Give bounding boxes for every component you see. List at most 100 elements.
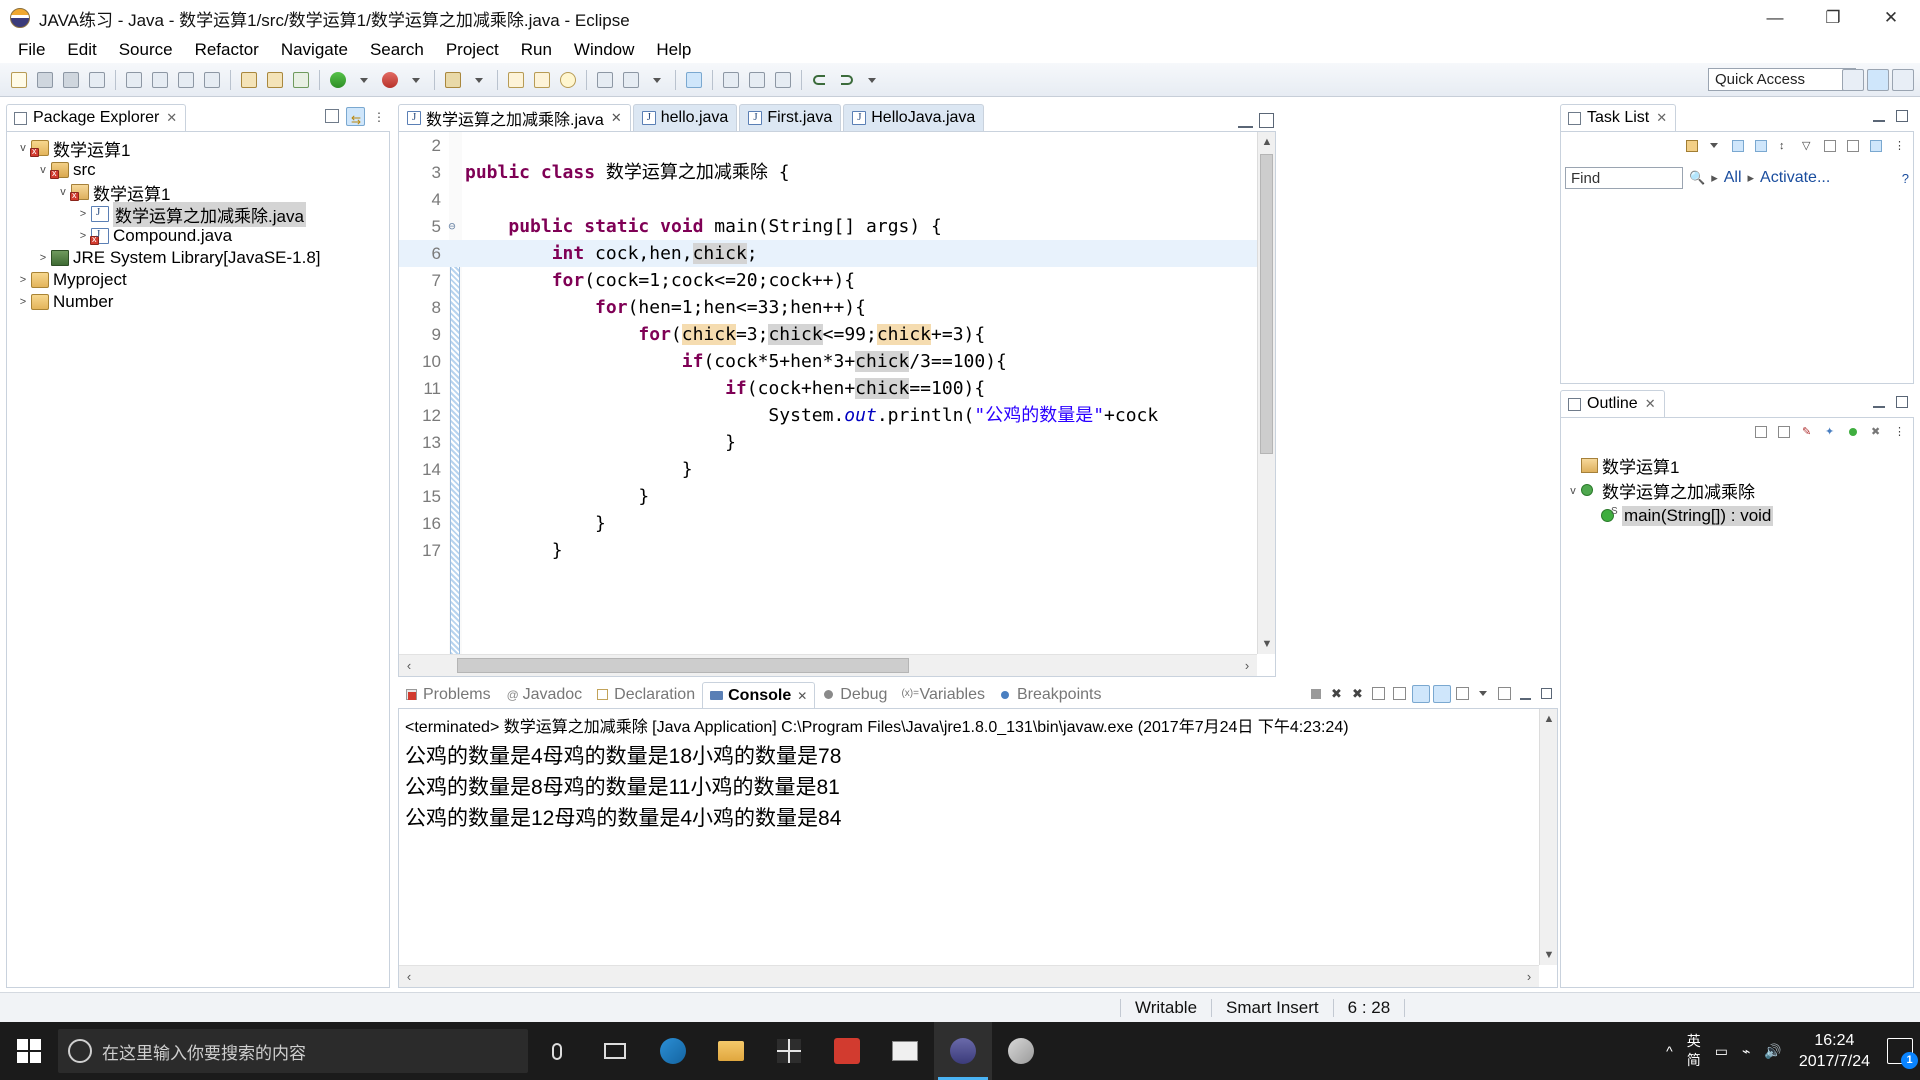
open-type-icon[interactable] [506, 70, 526, 90]
synchronize-icon[interactable] [1867, 137, 1886, 156]
console-body[interactable]: <terminated> 数学运算之加减乘除 [Java Application… [398, 708, 1558, 988]
scroll-down-icon[interactable]: ▼ [1540, 945, 1557, 965]
close-icon[interactable]: ✕ [166, 110, 177, 126]
terminate-icon[interactable] [1307, 685, 1325, 703]
editor-tab-first[interactable]: First.java [739, 104, 842, 131]
store-icon[interactable] [760, 1022, 818, 1080]
annotation-dropdown-icon[interactable] [647, 70, 667, 90]
menu-item-navigate[interactable]: Navigate [270, 37, 359, 63]
taskbar-search-input[interactable]: 在这里输入你要搜索的内容 [58, 1029, 528, 1073]
disconnect-icon[interactable] [202, 70, 222, 90]
minimize-button[interactable]: — [1746, 0, 1804, 36]
mail-icon[interactable] [876, 1022, 934, 1080]
minimize-icon[interactable] [1870, 107, 1889, 126]
java-ee-perspective-icon[interactable] [1892, 69, 1914, 91]
collapse-all-icon[interactable] [323, 107, 342, 126]
expand-arrow-icon[interactable]: > [75, 208, 91, 220]
remove-launch-icon[interactable]: ✖ [1328, 685, 1346, 703]
previous-annotation-icon[interactable] [621, 70, 641, 90]
debug-icon[interactable] [380, 70, 400, 90]
menu-item-source[interactable]: Source [108, 37, 184, 63]
code-line[interactable]: 4 [399, 186, 1257, 213]
code-line[interactable]: 8 for(hen=1;hen<=33;hen++){ [399, 294, 1257, 321]
editor-hscroll-thumb[interactable] [457, 658, 909, 673]
menu-item-window[interactable]: Window [563, 37, 645, 63]
tree-item-java-file[interactable]: > Compound.java [7, 225, 389, 247]
show-source-icon[interactable] [773, 70, 793, 90]
tree-item-project[interactable]: v 数学运算1 [7, 137, 389, 160]
expand-arrow-icon[interactable]: v [15, 142, 31, 154]
taskbar-clock[interactable]: 16:24 2017/7/24 [1789, 1030, 1880, 1072]
schedule-icon[interactable] [1752, 137, 1771, 156]
fold-toggle-icon[interactable]: ⊖ [445, 213, 459, 240]
volume-icon[interactable]: 🔊 [1757, 1022, 1788, 1080]
display-selected-console-icon[interactable] [1475, 685, 1493, 703]
show-hidden-icons[interactable]: ^ [1659, 1022, 1680, 1080]
collapse-all-icon[interactable] [1752, 423, 1771, 442]
network-icon[interactable]: ⌁ [1735, 1022, 1757, 1080]
search-icon[interactable]: 🔍 [1689, 170, 1705, 186]
code-line[interactable]: 2 [399, 132, 1257, 159]
tree-item-package[interactable]: v 数学运算1 [7, 181, 389, 204]
scroll-lock-icon[interactable] [1391, 685, 1409, 703]
minimize-icon[interactable] [1517, 685, 1535, 703]
new-icon[interactable] [9, 70, 29, 90]
maximize-button[interactable]: ❐ [1804, 0, 1862, 36]
hide-fields-icon[interactable]: ✎ [1798, 423, 1817, 442]
tab-task-list[interactable]: Task List ✕ [1560, 104, 1677, 131]
external-tools-dropdown-icon[interactable] [469, 70, 489, 90]
editor-tab-hellojava[interactable]: HelloJava.java [843, 104, 985, 131]
history-dropdown-icon[interactable] [862, 70, 882, 90]
word-wrap-icon[interactable] [1412, 685, 1430, 703]
scroll-up-icon[interactable]: ▲ [1540, 709, 1557, 729]
scroll-right-icon[interactable]: › [1519, 966, 1539, 987]
code-line[interactable]: 9 for(chick=3;chick<=99;chick+=3){ [399, 321, 1257, 348]
collapse-all-icon[interactable] [1821, 137, 1840, 156]
code-line[interactable]: 7 for(cock=1;cock<=20;cock++){ [399, 267, 1257, 294]
tab-outline[interactable]: Outline ✕ [1560, 390, 1665, 417]
new-task-dropdown-icon[interactable] [1706, 137, 1725, 156]
save-icon[interactable] [35, 70, 55, 90]
tree-item-jre-library[interactable]: > JRE System Library [JavaSE-1.8] [7, 247, 389, 269]
code-line[interactable]: 17 } [399, 537, 1257, 564]
menu-item-file[interactable]: File [7, 37, 56, 63]
tree-item-src[interactable]: v src [7, 159, 389, 181]
tab-javadoc[interactable]: @ Javadoc [498, 682, 590, 708]
console-horizontal-scrollbar[interactable]: ‹ › [399, 965, 1539, 987]
scroll-right-icon[interactable]: › [1237, 655, 1257, 676]
terminate-icon[interactable] [150, 70, 170, 90]
open-perspective-icon[interactable] [1842, 69, 1864, 91]
filter-all-link[interactable]: All [1724, 169, 1742, 187]
expand-arrow-icon[interactable]: v [1565, 485, 1581, 497]
link-with-editor-icon[interactable]: ⇆ [346, 107, 365, 127]
ime-status[interactable]: 英 简 [1680, 1022, 1708, 1080]
view-menu-icon[interactable]: ⋮ [1890, 423, 1909, 442]
tab-breakpoints[interactable]: Breakpoints [992, 682, 1109, 708]
help-icon[interactable]: ? [1902, 171, 1909, 186]
activate-link[interactable]: Activate... [1760, 169, 1830, 187]
search-icon[interactable] [558, 70, 578, 90]
tab-package-explorer[interactable]: Package Explorer ✕ [6, 104, 187, 131]
menu-item-search[interactable]: Search [359, 37, 435, 63]
expand-arrow-icon[interactable]: v [35, 164, 51, 176]
tab-console[interactable]: Console ✕ [702, 682, 816, 708]
tree-item-number[interactable]: > Number [7, 291, 389, 313]
news-icon[interactable] [818, 1022, 876, 1080]
edge-icon[interactable] [644, 1022, 702, 1080]
scroll-up-icon[interactable]: ▲ [1258, 132, 1275, 152]
close-icon[interactable]: ✕ [797, 689, 807, 703]
remove-all-icon[interactable]: ✖ [1349, 685, 1367, 703]
categorize-icon[interactable] [1729, 137, 1748, 156]
find-input[interactable]: Find [1565, 167, 1683, 189]
forward-icon[interactable] [836, 70, 856, 90]
hide-local-icon[interactable]: ✖ [1867, 423, 1886, 442]
clear-console-icon[interactable] [1370, 685, 1388, 703]
print-icon[interactable] [87, 70, 107, 90]
new-package-icon[interactable] [265, 70, 285, 90]
run-icon[interactable] [328, 70, 348, 90]
new-class-icon[interactable] [291, 70, 311, 90]
maximize-icon[interactable] [1538, 685, 1556, 703]
tab-debug[interactable]: Debug [815, 682, 894, 708]
start-button[interactable] [0, 1022, 58, 1080]
run-dropdown-icon[interactable] [354, 70, 374, 90]
